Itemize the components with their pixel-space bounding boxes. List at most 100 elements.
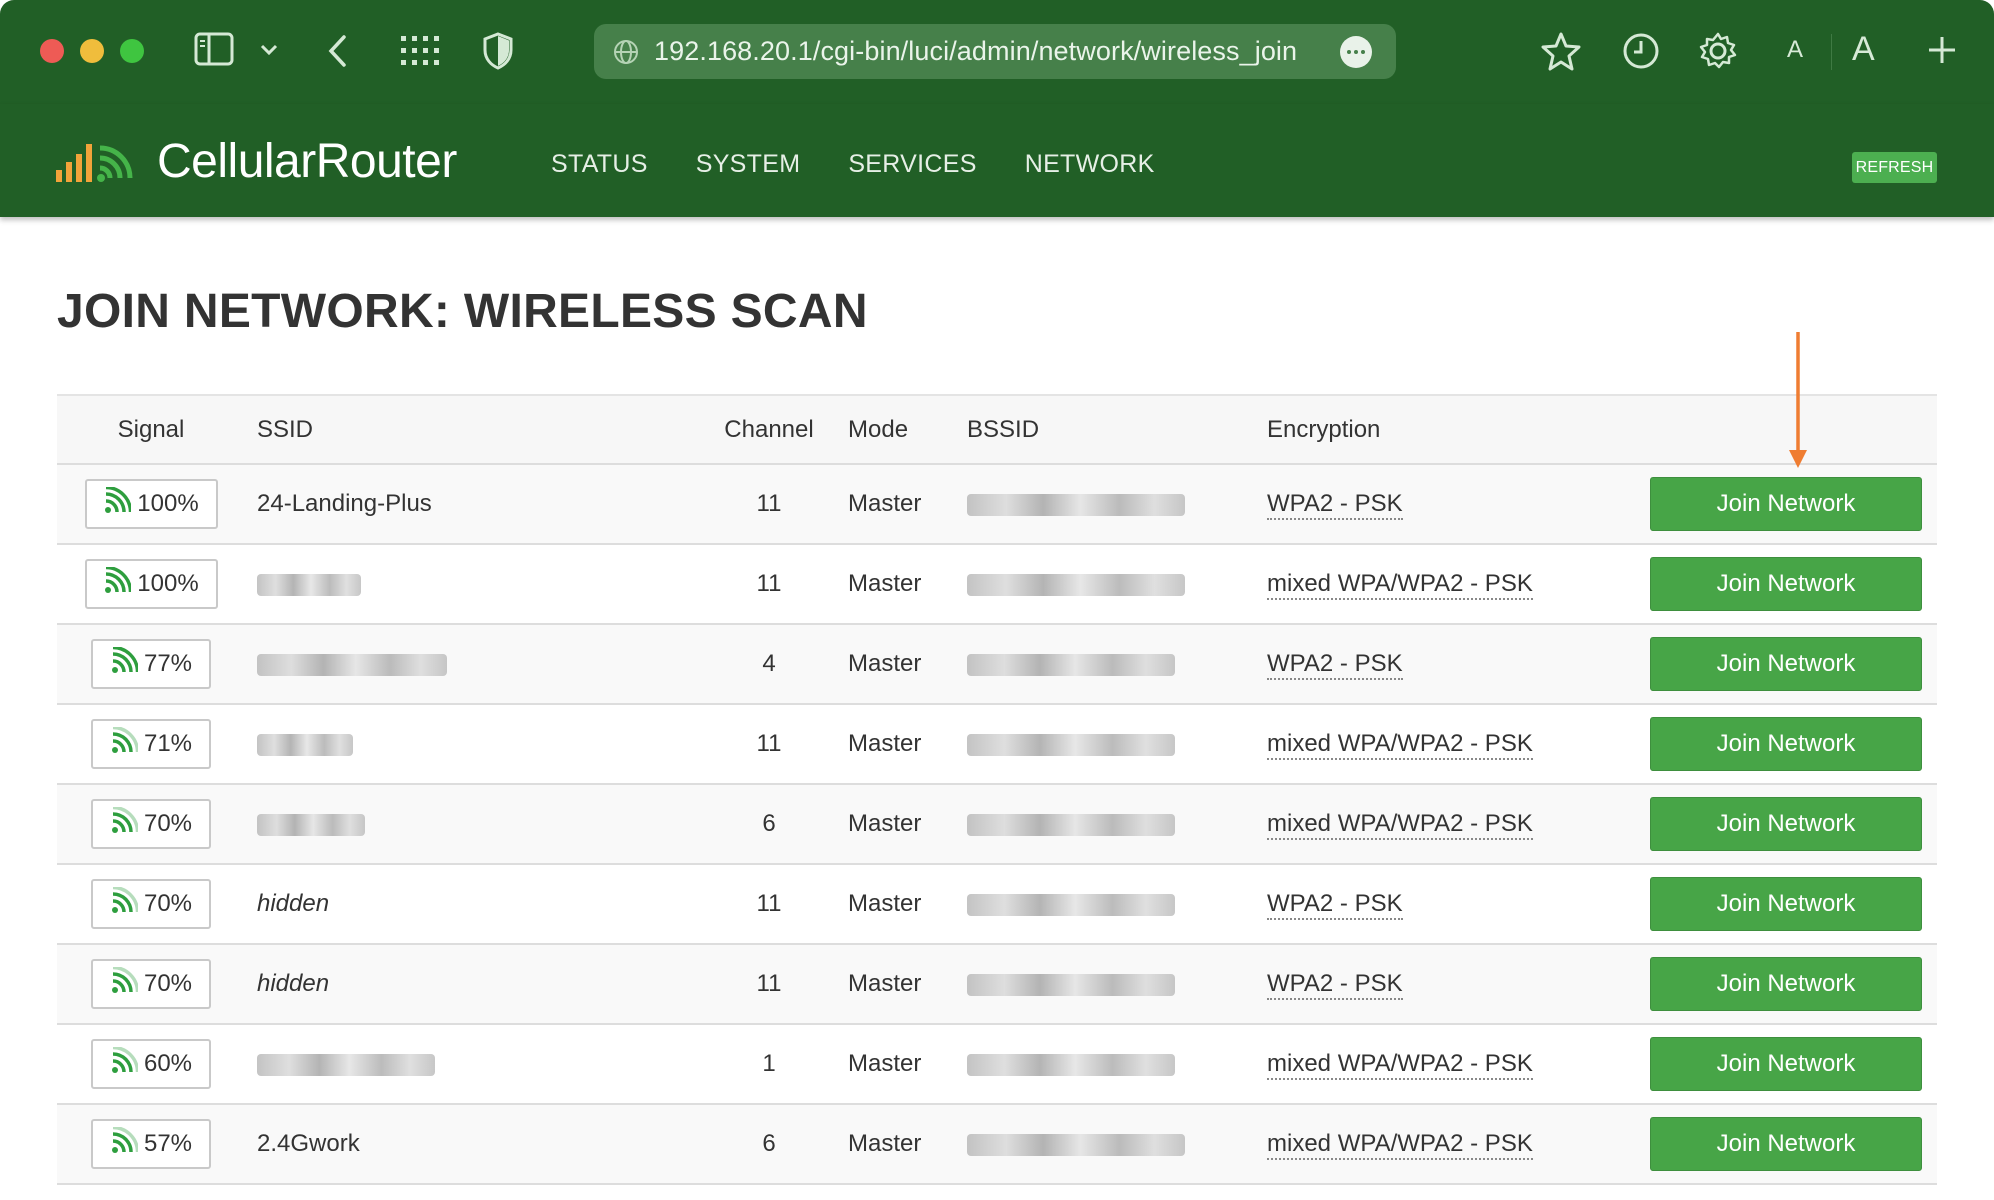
wifi-signal-icon (103, 565, 133, 602)
bssid-redacted (967, 893, 1175, 916)
wifi-signal-icon (110, 1125, 140, 1162)
table-row: 100% 24-Landing-Plus 11 Master WPA2 - PS… (57, 464, 1937, 545)
star-icon[interactable] (1541, 31, 1581, 71)
ssid-cell: 2.4Gwork (245, 1104, 702, 1185)
join-network-button[interactable]: Join Network (1650, 957, 1922, 1011)
ssid-redacted (257, 653, 447, 676)
minimize-window-button[interactable] (80, 39, 104, 63)
signal-percent: 100% (137, 570, 199, 597)
main-nav: STATUS SYSTEM SERVICES NETWORK (551, 150, 1203, 179)
mode-cell: Master (836, 1104, 955, 1185)
shield-icon[interactable] (482, 32, 514, 70)
channel-cell: 4 (702, 624, 836, 705)
encryption-label[interactable]: mixed WPA/WPA2 - PSK (1267, 570, 1533, 600)
encryption-label[interactable]: WPA2 - PSK (1267, 970, 1403, 1000)
bssid-redacted (967, 733, 1175, 756)
new-tab-plus-icon[interactable] (1927, 35, 1957, 65)
join-network-button[interactable]: Join Network (1650, 637, 1922, 691)
gear-icon[interactable] (1698, 31, 1738, 71)
nav-status[interactable]: STATUS (551, 150, 648, 179)
ssid-redacted (257, 1053, 435, 1076)
toolbar-divider (1831, 34, 1832, 70)
bssid-redacted (967, 973, 1175, 996)
encryption-label[interactable]: mixed WPA/WPA2 - PSK (1267, 730, 1533, 760)
tab-overview-grid-icon[interactable] (400, 34, 440, 68)
nav-system[interactable]: SYSTEM (696, 150, 801, 179)
url-text: 192.168.20.1/cgi-bin/luci/admin/network/… (654, 36, 1298, 66)
join-network-button[interactable]: Join Network (1650, 557, 1922, 611)
mode-cell: Master (836, 784, 955, 865)
zoom-window-button[interactable] (120, 39, 144, 63)
wifi-signal-icon (110, 805, 140, 842)
join-network-button[interactable]: Join Network (1650, 877, 1922, 931)
signal-strength-badge: 60% (91, 1039, 211, 1089)
chevron-down-icon[interactable] (260, 44, 278, 56)
signal-strength-badge: 77% (91, 639, 211, 689)
table-header-row: Signal SSID Channel Mode BSSID Encryptio… (57, 394, 1937, 465)
table-row: 77% 4 Master WPA2 - PSK Join Network (57, 624, 1937, 705)
encryption-label[interactable]: WPA2 - PSK (1267, 490, 1403, 520)
refresh-button[interactable]: REFRESH (1852, 152, 1937, 183)
encryption-label[interactable]: mixed WPA/WPA2 - PSK (1267, 1130, 1533, 1160)
close-window-button[interactable] (40, 39, 64, 63)
header-encryption: Encryption (1255, 394, 1627, 465)
history-clock-icon[interactable] (1622, 32, 1660, 70)
wifi-signal-icon (110, 725, 140, 762)
ssid-cell: hidden (245, 864, 702, 945)
ssid-cell: 24-Landing-Plus (245, 464, 702, 545)
wifi-signal-icon (110, 965, 140, 1002)
channel-cell: 1 (702, 1024, 836, 1105)
back-arrow-icon[interactable] (326, 34, 348, 68)
signal-percent: 60% (143, 1050, 193, 1077)
signal-strength-badge: 70% (91, 879, 211, 929)
signal-percent: 77% (143, 650, 193, 677)
header-signal: Signal (57, 394, 245, 465)
signal-strength-badge: 57% (91, 1119, 211, 1169)
join-network-button[interactable]: Join Network (1650, 717, 1922, 771)
table-row: 70% hidden 11 Master WPA2 - PSK Join Net… (57, 864, 1937, 945)
signal-percent: 100% (137, 490, 199, 517)
encryption-label[interactable]: WPA2 - PSK (1267, 650, 1403, 680)
header-channel: Channel (702, 394, 836, 465)
more-options-icon[interactable] (1340, 36, 1372, 68)
ssid-cell: hidden (245, 944, 702, 1025)
join-network-button[interactable]: Join Network (1650, 1037, 1922, 1091)
mode-cell: Master (836, 944, 955, 1025)
page-title: JOIN NETWORK: WIRELESS SCAN (57, 285, 868, 338)
ssid-redacted (257, 813, 365, 836)
mode-cell: Master (836, 1024, 955, 1105)
channel-cell: 6 (702, 784, 836, 865)
signal-strength-badge: 70% (91, 799, 211, 849)
mode-cell: Master (836, 704, 955, 785)
signal-percent: 70% (143, 890, 193, 917)
bssid-redacted (967, 1133, 1185, 1156)
font-decrease-button[interactable]: A (1787, 36, 1803, 64)
font-increase-button[interactable]: A (1852, 30, 1875, 69)
signal-percent: 57% (143, 1130, 193, 1157)
bssid-redacted (967, 653, 1175, 676)
ssid-redacted (257, 573, 361, 596)
nav-network[interactable]: NETWORK (1025, 150, 1155, 179)
encryption-label[interactable]: mixed WPA/WPA2 - PSK (1267, 810, 1533, 840)
nav-services[interactable]: SERVICES (848, 150, 976, 179)
table-row: 70% 6 Master mixed WPA/WPA2 - PSK Join N… (57, 784, 1937, 865)
wifi-signal-icon (110, 1045, 140, 1082)
encryption-label[interactable]: WPA2 - PSK (1267, 890, 1403, 920)
join-network-button[interactable]: Join Network (1650, 1117, 1922, 1171)
channel-cell: 11 (702, 464, 836, 545)
mode-cell: Master (836, 624, 955, 705)
address-bar[interactable]: 192.168.20.1/cgi-bin/luci/admin/network/… (594, 24, 1396, 79)
signal-percent: 70% (143, 970, 193, 997)
join-network-button[interactable]: Join Network (1650, 477, 1922, 531)
mode-cell: Master (836, 544, 955, 625)
table-row: 100% 11 Master mixed WPA/WPA2 - PSK Join… (57, 544, 1937, 625)
signal-percent: 71% (143, 730, 193, 757)
wifi-signal-icon (110, 645, 140, 682)
mode-cell: Master (836, 864, 955, 945)
globe-icon (612, 38, 640, 71)
join-network-button[interactable]: Join Network (1650, 797, 1922, 851)
sidebar-toggle-icon[interactable] (194, 32, 234, 66)
encryption-label[interactable]: mixed WPA/WPA2 - PSK (1267, 1050, 1533, 1080)
bssid-redacted (967, 493, 1185, 516)
brand-name[interactable]: CellularRouter (157, 134, 457, 189)
